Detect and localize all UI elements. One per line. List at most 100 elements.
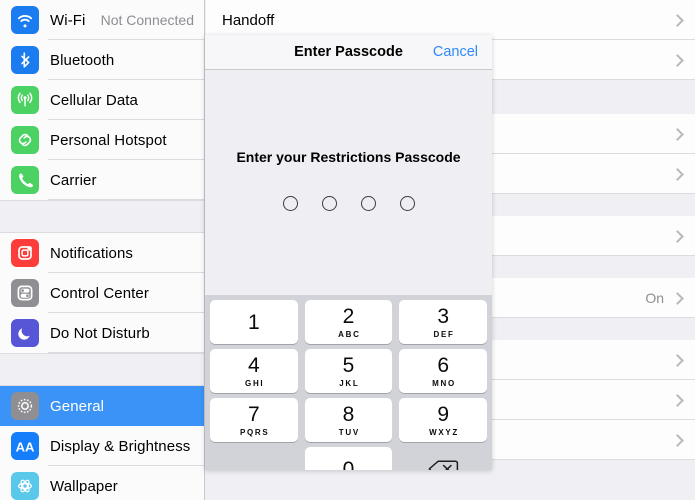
keypad-key-letters: WXYZ — [429, 427, 459, 437]
cancel-button[interactable]: Cancel — [433, 44, 478, 60]
sidebar-item-general[interactable]: General — [0, 386, 204, 426]
display-brightness-icon: AA — [11, 432, 39, 460]
sidebar-item-label: Display & Brightness — [50, 437, 191, 455]
chevron-right-icon — [673, 434, 681, 447]
passcode-prompt: Enter your Restrictions Passcode — [236, 149, 461, 165]
keypad-key-number: 3 — [437, 304, 450, 328]
sidebar-item-label: Do Not Disturb — [50, 324, 150, 342]
sidebar-item-bluetooth[interactable]: Bluetooth — [0, 40, 204, 80]
keypad-row: 0 — [210, 447, 487, 470]
wifi-status-value: Not Connected — [100, 12, 194, 28]
settings-sidebar: Wi-Fi Not Connected Bluetooth Cellular D… — [0, 0, 205, 500]
detail-row-accessory — [673, 168, 695, 181]
gear-icon — [11, 392, 39, 420]
sidebar-item-label: Cellular Data — [50, 91, 139, 109]
chevron-right-icon — [673, 168, 681, 181]
cellular-data-icon — [11, 86, 39, 114]
notifications-icon — [11, 239, 39, 267]
phone-icon — [11, 166, 39, 194]
do-not-disturb-icon — [11, 319, 39, 347]
sidebar-item-label: Control Center — [50, 284, 149, 302]
chevron-right-icon — [673, 394, 681, 407]
sidebar-group-divider-2 — [0, 353, 204, 386]
keypad-key-letters: PQRS — [239, 427, 270, 437]
personal-hotspot-icon — [11, 126, 39, 154]
detail-row-accessory: On — [645, 290, 695, 306]
detail-row-accessory — [673, 128, 695, 141]
keypad-key-9[interactable]: 9 WXYZ — [399, 398, 488, 442]
keypad-row: 4 GHI 5 JKL 6 MNO — [210, 349, 488, 393]
svg-text:AA: AA — [16, 440, 35, 455]
keypad-key-letters: MNO — [432, 378, 456, 388]
detail-row-accessory — [673, 14, 695, 27]
keypad-key-1[interactable]: 1 — [210, 300, 298, 344]
sidebar-item-do-not-disturb[interactable]: Do Not Disturb — [0, 313, 204, 353]
keypad-key-6[interactable]: 6 MNO — [399, 349, 488, 393]
passcode-dot — [399, 196, 415, 211]
sidebar-item-label: Notifications — [50, 244, 134, 262]
keypad-key-letters: ABC — [338, 329, 361, 339]
sidebar-item-label: Wallpaper — [50, 477, 118, 495]
bluetooth-icon — [11, 46, 39, 74]
keypad-key-number: 4 — [247, 353, 260, 377]
detail-row-accessory — [673, 354, 695, 367]
keypad-key-number: 6 — [437, 353, 450, 377]
passcode-dot — [321, 196, 337, 211]
passcode-dots — [205, 196, 492, 211]
keypad-key-7[interactable]: 7 PQRS — [210, 398, 298, 442]
keypad-key-letters: GHI — [245, 378, 265, 388]
detail-row-accessory — [673, 394, 695, 407]
keypad-key-5[interactable]: 5 JKL — [304, 349, 393, 393]
keypad-key-3[interactable]: 3 DEF — [399, 300, 488, 344]
chevron-right-icon — [673, 54, 681, 67]
sidebar-item-label: General — [50, 397, 105, 415]
keypad-row: 7 PQRS 8 TUV 9 WXYZ — [210, 398, 488, 442]
sidebar-item-wi-fi[interactable]: Wi-Fi Not Connected — [0, 0, 204, 40]
delete-backspace-icon — [428, 460, 459, 470]
sidebar-item-carrier[interactable]: Carrier — [0, 160, 204, 200]
wallpaper-icon — [11, 472, 39, 500]
keypad-key-letters: DEF — [433, 329, 455, 339]
keypad-key-number: 9 — [437, 402, 450, 426]
keypad-key-0[interactable]: 0 — [304, 447, 393, 471]
keypad-key-4[interactable]: 4 GHI — [210, 349, 298, 393]
sidebar-item-label: Personal Hotspot — [50, 131, 167, 149]
sidebar-item-label: Bluetooth — [50, 51, 115, 69]
chevron-right-icon — [673, 14, 681, 27]
sidebar-item-display-brightness[interactable]: AA Display & Brightness — [0, 426, 204, 466]
sidebar-item-wallpaper[interactable]: Wallpaper — [0, 466, 204, 500]
detail-row-handoff[interactable]: Handoff — [206, 0, 695, 40]
sidebar-item-notifications[interactable]: Notifications — [0, 233, 204, 273]
chevron-right-icon — [673, 354, 681, 367]
keypad-key-letters: JKL — [339, 378, 360, 388]
sidebar-group-divider — [0, 200, 204, 233]
wifi-icon — [11, 6, 39, 34]
detail-row-accessory — [673, 434, 695, 447]
keypad-key-number: 8 — [342, 402, 355, 426]
keypad-key-number: 5 — [342, 353, 355, 377]
keypad-key-2[interactable]: 2 ABC — [304, 300, 393, 344]
status-badge: On — [645, 290, 664, 306]
keypad-key-number: 1 — [247, 310, 260, 334]
passcode-dot — [282, 196, 298, 211]
keypad-key-8[interactable]: 8 TUV — [304, 398, 393, 442]
sidebar-item-cellular-data[interactable]: Cellular Data — [0, 80, 204, 120]
dialog-body: Enter your Restrictions Passcode — [205, 70, 492, 295]
keypad-key-number: 7 — [247, 402, 260, 426]
sidebar-item-label: Wi-Fi — [50, 11, 86, 29]
detail-row-accessory — [673, 230, 695, 243]
keypad-delete-button[interactable] — [399, 447, 487, 470]
keypad-key-letters: TUV — [338, 427, 360, 437]
enter-passcode-dialog: Enter Passcode Cancel Enter your Restric… — [205, 35, 492, 470]
numeric-keypad: 1 2 ABC 3 DEF 4 GHI 5 JKL 6 MNO 7 PQRS 8… — [205, 295, 492, 470]
page-title: Enter Passcode — [294, 44, 403, 60]
control-center-icon — [11, 279, 39, 307]
sidebar-item-label: Carrier — [50, 171, 97, 189]
sidebar-item-control-center[interactable]: Control Center — [0, 273, 204, 313]
keypad-key-number: 2 — [342, 304, 355, 328]
keypad-spacer — [210, 447, 298, 470]
keypad-key-number: 0 — [342, 457, 355, 471]
sidebar-item-personal-hotspot[interactable]: Personal Hotspot — [0, 120, 204, 160]
ios-settings-screen: Wi-Fi Not Connected Bluetooth Cellular D… — [0, 0, 695, 500]
keypad-row: 1 2 ABC 3 DEF — [210, 300, 488, 344]
